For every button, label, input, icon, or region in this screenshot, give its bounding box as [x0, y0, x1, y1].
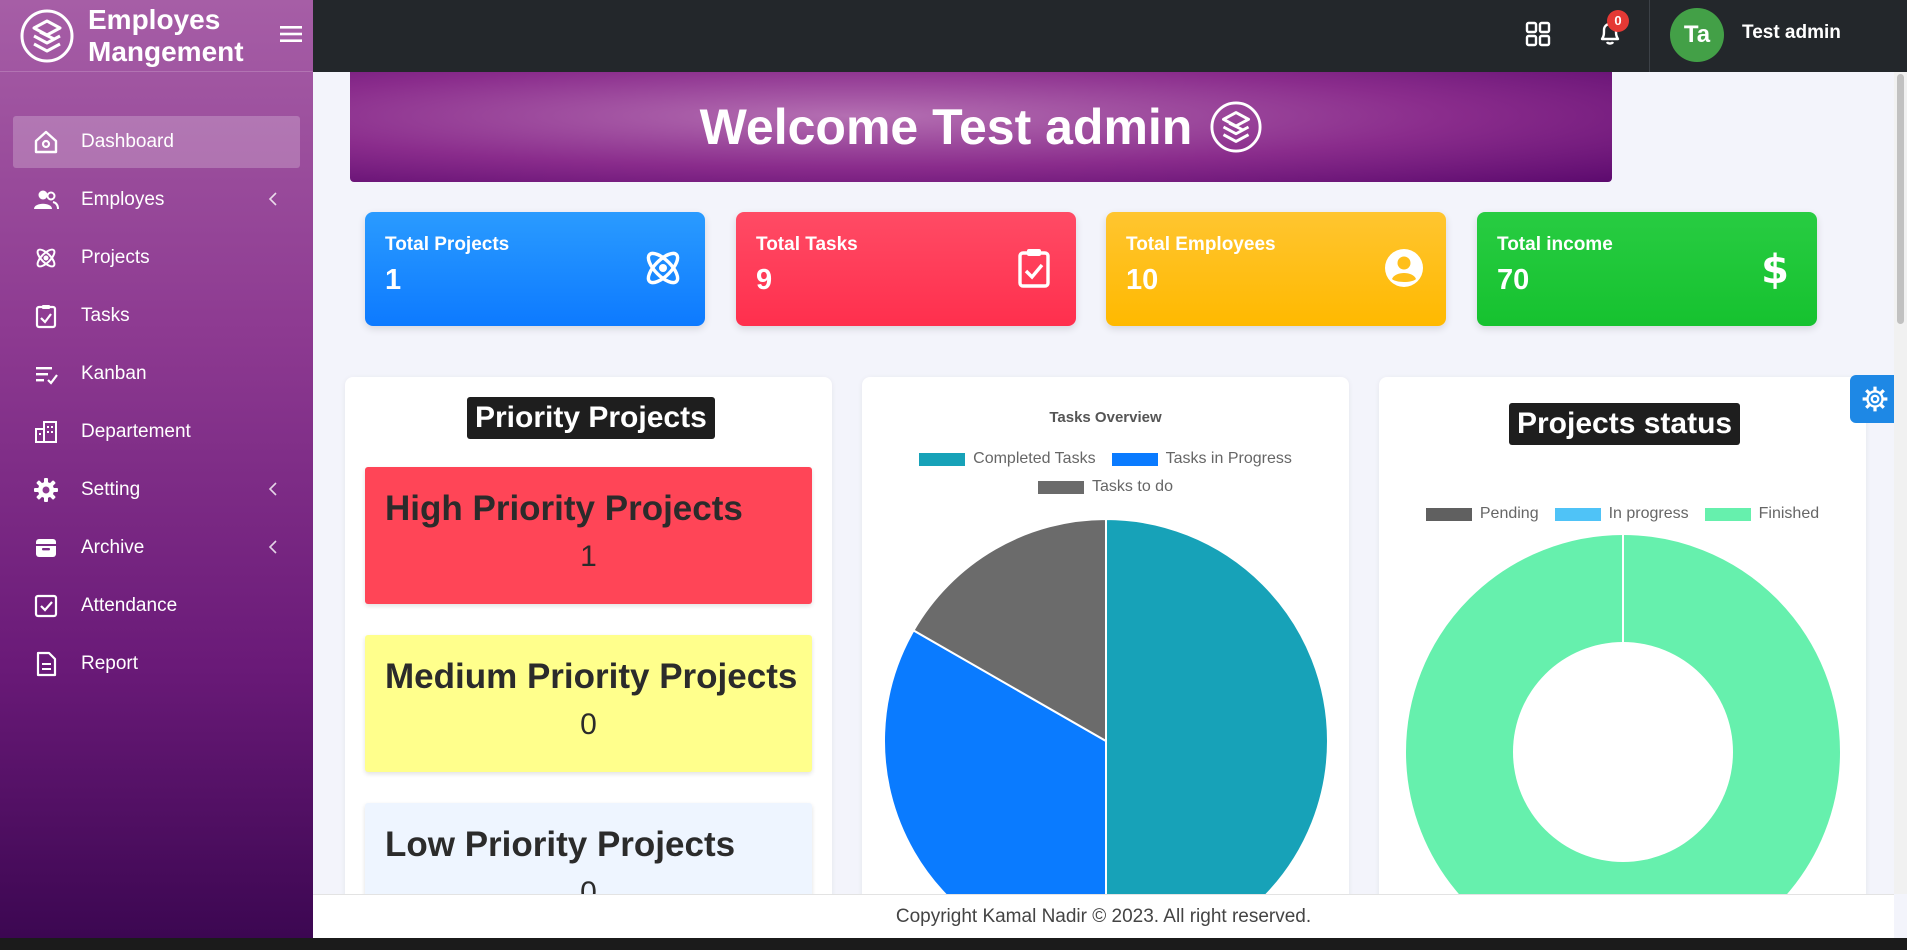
stat-value: 1	[385, 264, 402, 296]
topbar: 0 Ta Test admin	[313, 0, 1907, 72]
vertical-scrollbar[interactable]	[1894, 72, 1907, 894]
notification-badge: 0	[1607, 10, 1629, 32]
sidebar-item-label: Kanban	[81, 363, 147, 384]
sidebar-item-label: Attendance	[81, 595, 178, 616]
logo-icon	[20, 9, 74, 62]
logo-icon	[1210, 101, 1262, 153]
welcome-text: Welcome Test admin	[699, 99, 1193, 155]
sidebar: Employes Mangement Dashboard Employes Pr…	[0, 0, 313, 950]
low-priority-box[interactable]: Low Priority Projects 0	[365, 803, 812, 894]
sidebar-item-label: Projects	[81, 247, 150, 268]
low-priority-label: Low Priority Projects	[385, 825, 736, 864]
medium-priority-box[interactable]: Medium Priority Projects 0	[365, 635, 812, 772]
sidebar-item-label: Archive	[81, 537, 145, 558]
medium-priority-label: Medium Priority Projects	[385, 657, 798, 696]
stat-value: 10	[1126, 264, 1159, 296]
user-name[interactable]: Test admin	[1742, 22, 1841, 44]
hamburger-menu-icon[interactable]	[280, 20, 302, 51]
list-check-icon	[33, 361, 59, 387]
gear-icon	[1862, 386, 1888, 412]
welcome-banner: Welcome Test admin	[350, 72, 1612, 182]
sidebar-item-label: Dashboard	[81, 131, 174, 152]
sidebar-item-kanban[interactable]: Kanban	[13, 348, 300, 400]
sidebar-item-label: Setting	[81, 479, 141, 500]
sidebar-nav: Dashboard Employes Projects Tasks Kanban…	[0, 116, 313, 690]
sidebar-item-label: Tasks	[81, 305, 130, 326]
sidebar-item-dashboard[interactable]: Dashboard	[13, 116, 300, 168]
clipboard-check-icon	[33, 303, 59, 329]
tasks-pie-chart	[883, 517, 1329, 894]
sidebar-item-report[interactable]: Report	[13, 638, 300, 690]
gear-icon	[33, 477, 59, 503]
high-priority-label: High Priority Projects	[385, 489, 743, 528]
chevron-left-icon	[268, 540, 277, 554]
stat-label: Total income	[1497, 234, 1613, 255]
medium-priority-value: 0	[580, 708, 597, 741]
stat-label: Total Employees	[1126, 234, 1276, 255]
app-title: Employes Mangement	[88, 3, 244, 67]
brand: Employes Mangement	[0, 0, 313, 72]
donut-hole	[1513, 642, 1733, 862]
sidebar-item-attendance[interactable]: Attendance	[13, 580, 300, 632]
sidebar-item-label: Departement	[81, 421, 191, 442]
high-priority-value: 1	[580, 540, 597, 573]
stat-value: 70	[1497, 264, 1530, 296]
sidebar-item-tasks[interactable]: Tasks	[13, 290, 300, 342]
avatar[interactable]: Ta	[1670, 8, 1724, 62]
home-icon	[33, 129, 59, 155]
sidebar-item-label: Employes	[81, 189, 165, 210]
dollar-icon: $	[1761, 247, 1789, 290]
apps-grid-icon[interactable]	[1524, 20, 1552, 48]
scrollbar-thumb[interactable]	[1897, 74, 1904, 324]
archive-icon	[33, 535, 59, 561]
clipboard-check-icon	[1018, 249, 1050, 288]
sidebar-item-setting[interactable]: Setting	[13, 464, 300, 516]
stat-value: 9	[756, 264, 773, 296]
user-circle-icon	[1385, 249, 1423, 287]
atom-icon	[33, 245, 59, 271]
main-content: Welcome Test admin Total Projects 1 Tota…	[313, 72, 1894, 894]
check-square-icon	[33, 593, 59, 619]
tasks-overview-card: Tasks Overview Completed Tasks Tasks in …	[862, 377, 1349, 894]
divider	[1649, 0, 1650, 72]
building-icon	[33, 419, 59, 445]
sidebar-item-employes[interactable]: Employes	[13, 174, 300, 226]
footer: Copyright Kamal Nadir © 2023. All right …	[313, 894, 1894, 938]
settings-float-button[interactable]	[1850, 375, 1900, 423]
high-priority-box[interactable]: High Priority Projects 1	[365, 467, 812, 604]
users-icon	[33, 187, 59, 213]
stat-card-total-income[interactable]: Total income 70 $	[1477, 212, 1817, 326]
sidebar-item-projects[interactable]: Projects	[13, 232, 300, 284]
os-taskbar	[0, 938, 1907, 950]
stat-label: Total Projects	[385, 234, 510, 255]
priority-projects-title: Priority Projects	[467, 397, 715, 439]
stat-card-total-tasks[interactable]: Total Tasks 9	[736, 212, 1076, 326]
priority-projects-card: Priority Projects High Priority Projects…	[345, 377, 832, 894]
chevron-left-icon	[268, 192, 277, 206]
sidebar-item-departement[interactable]: Departement	[13, 406, 300, 458]
stat-card-total-projects[interactable]: Total Projects 1	[365, 212, 705, 326]
chevron-left-icon	[268, 482, 277, 496]
sidebar-item-label: Report	[81, 653, 139, 674]
stat-label: Total Tasks	[756, 234, 858, 255]
atom-icon	[646, 251, 680, 285]
svg-text:$: $	[1761, 247, 1789, 290]
sidebar-item-archive[interactable]: Archive	[13, 522, 300, 574]
projects-status-card: Projects status Pending In progress Fini…	[1379, 377, 1866, 894]
projects-donut-chart	[1404, 533, 1842, 894]
stat-card-total-employees[interactable]: Total Employees 10	[1106, 212, 1446, 326]
low-priority-value: 0	[580, 876, 597, 894]
pie-slice-completed-tasks[interactable]	[1105, 517, 1329, 894]
file-icon	[33, 651, 59, 677]
